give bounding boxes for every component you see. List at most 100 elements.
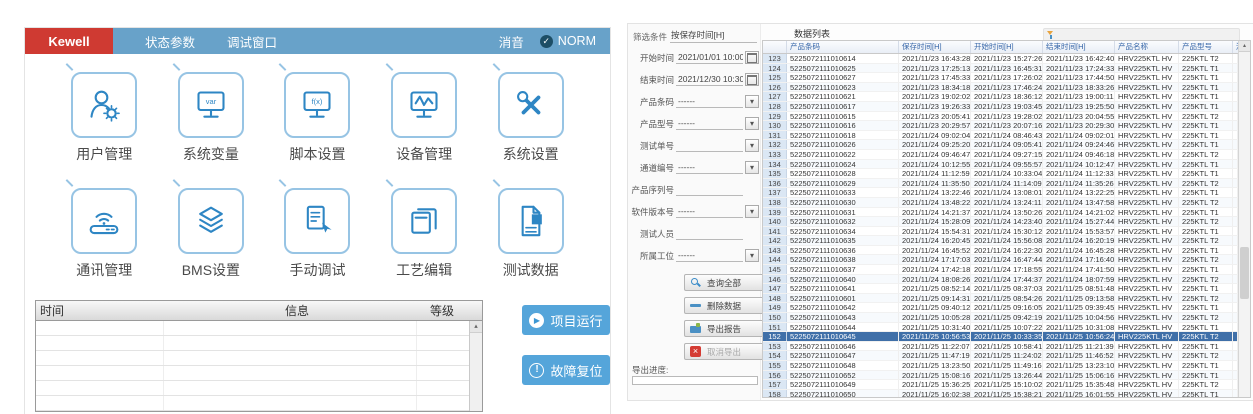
tile-device-management[interactable]: 设备管理 xyxy=(371,72,478,164)
scroll-thumb[interactable] xyxy=(1240,247,1249,299)
filter-header-value[interactable]: 按保存时间[H] xyxy=(670,29,757,43)
menu-item[interactable]: 状态参数 xyxy=(145,32,195,51)
filter-value-input[interactable]: ------ xyxy=(676,118,743,130)
filter-value-input[interactable]: 2021/01/01 10:00 xyxy=(676,52,743,64)
log-row[interactable] xyxy=(36,321,469,336)
filter-control-button[interactable] xyxy=(745,95,759,108)
table-row[interactable]: 132 5225072111010626 2021/11/24 09:25:20… xyxy=(763,140,1238,150)
tile-communication-management[interactable]: 通讯管理 xyxy=(51,188,158,280)
table-row[interactable]: 129 5225072111010615 2021/11/23 20:05:41… xyxy=(763,112,1238,122)
table-row[interactable]: 136 5225072111010629 2021/11/24 11:35:50… xyxy=(763,179,1238,189)
header-row-number[interactable] xyxy=(763,41,787,53)
log-row[interactable] xyxy=(36,366,469,381)
table-row[interactable]: 148 5225072111010601 2021/11/25 09:14:31… xyxy=(763,294,1238,304)
tile-process-edit[interactable]: 工艺编辑 xyxy=(371,188,478,280)
header-product-model[interactable]: 产品型号 xyxy=(1179,41,1233,53)
table-row[interactable]: 139 5225072111010631 2021/11/24 14:21:37… xyxy=(763,208,1238,218)
filter-value-input[interactable]: ------ xyxy=(676,250,743,262)
filter-value-input[interactable]: 2021/12/30 10:30 xyxy=(676,74,743,86)
mute-button[interactable]: 消音 xyxy=(499,32,524,51)
cell-product-name: HRV225KTL HV xyxy=(1115,198,1179,207)
tile-system-variables[interactable]: var 系统变量 xyxy=(158,72,265,164)
table-scrollbar[interactable]: ▴ xyxy=(1238,41,1250,397)
filter-value-input[interactable] xyxy=(676,140,743,152)
action-button[interactable]: 导出报告 xyxy=(684,320,774,337)
tile-test-data[interactable]: W 测试数据 xyxy=(477,188,584,280)
table-row[interactable]: 155 5225072111010648 2021/11/25 13:23:50… xyxy=(763,361,1238,371)
table-row[interactable]: 130 5225072111010616 2021/11/23 20:29:57… xyxy=(763,121,1238,131)
log-row[interactable] xyxy=(36,351,469,366)
header-barcode[interactable]: 产品条码 xyxy=(787,41,899,53)
table-row[interactable]: 141 5225072111010634 2021/11/24 15:54:31… xyxy=(763,227,1238,237)
header-end-time[interactable]: 结束时间[H] xyxy=(1043,41,1115,53)
table-row[interactable]: 152 5225072111010645 2021/11/25 10:56:53… xyxy=(763,332,1238,342)
cell-start-time: 2021/11/25 10:07:22 xyxy=(971,323,1043,332)
filter-row: 通道编号 ------ xyxy=(631,161,759,174)
table-row[interactable]: 158 5225072111010650 2021/11/25 16:02:38… xyxy=(763,390,1238,397)
table-row[interactable]: 135 5225072111010628 2021/11/24 11:12:59… xyxy=(763,169,1238,179)
filter-value-input[interactable]: ------ xyxy=(676,96,743,108)
doc-hand-icon xyxy=(297,201,337,241)
header-product-name[interactable]: 产品名称 xyxy=(1115,41,1179,53)
cell-barcode: 5225072111010601 xyxy=(787,294,899,303)
table-row[interactable]: 128 5225072111010617 2021/11/23 19:26:33… xyxy=(763,102,1238,112)
table-row[interactable]: 134 5225072111010624 2021/11/24 10:12:55… xyxy=(763,160,1238,170)
scroll-up-icon[interactable]: ▴ xyxy=(1239,41,1250,52)
table-row[interactable]: 150 5225072111010643 2021/11/25 10:05:28… xyxy=(763,313,1238,323)
fault-reset-button[interactable]: ! 故障复位 xyxy=(522,355,610,385)
scroll-up-icon[interactable]: ▴ xyxy=(470,321,482,333)
filter-control-button[interactable] xyxy=(745,73,759,86)
table-row[interactable]: 127 5225072111010621 2021/11/23 19:02:02… xyxy=(763,92,1238,102)
tile-manual-debug[interactable]: 手动调试 xyxy=(264,188,371,280)
filter-value-input[interactable]: ------ xyxy=(676,206,743,218)
filter-control-button[interactable] xyxy=(745,51,759,64)
filter-value-input[interactable]: ------ xyxy=(676,162,743,174)
table-row[interactable]: 144 5225072111010638 2021/11/24 17:17:03… xyxy=(763,255,1238,265)
table-row[interactable]: 154 5225072111010647 2021/11/25 11:47:19… xyxy=(763,351,1238,361)
table-row[interactable]: 156 5225072111010652 2021/11/25 15:08:16… xyxy=(763,371,1238,381)
data-list-tab[interactable]: 数据列表 xyxy=(794,27,830,40)
filter-control-button[interactable] xyxy=(745,161,759,174)
table-row[interactable]: 142 5225072111010635 2021/11/24 16:20:45… xyxy=(763,236,1238,246)
action-button[interactable]: 查询全部 xyxy=(684,274,774,291)
project-run-button[interactable]: ▶ 项目运行 xyxy=(522,305,610,335)
filter-control-button[interactable] xyxy=(745,139,759,152)
table-row[interactable]: 143 5225072111010636 2021/11/24 16:45:52… xyxy=(763,246,1238,256)
table-row[interactable]: 126 5225072111010623 2021/11/23 18:34:18… xyxy=(763,83,1238,93)
table-row[interactable]: 146 5225072111010640 2021/11/24 18:08:26… xyxy=(763,275,1238,285)
table-row[interactable]: 145 5225072111010637 2021/11/24 17:42:18… xyxy=(763,265,1238,275)
table-row[interactable]: 149 5225072111010642 2021/11/25 09:40:12… xyxy=(763,303,1238,313)
log-row[interactable] xyxy=(36,336,469,351)
filter-value-input[interactable] xyxy=(676,184,743,196)
table-row[interactable]: 131 5225072111010618 2021/11/24 09:02:04… xyxy=(763,131,1238,141)
log-scrollbar[interactable]: ▴ xyxy=(469,321,482,411)
table-row[interactable]: 157 5225072111010649 2021/11/25 15:36:25… xyxy=(763,380,1238,390)
brand-logo[interactable]: Kewell xyxy=(25,28,113,54)
filter-value-input[interactable] xyxy=(676,228,743,240)
menu-item[interactable]: 调试窗口 xyxy=(227,32,277,51)
table-row[interactable]: 138 5225072111010630 2021/11/24 13:48:22… xyxy=(763,198,1238,208)
header-save-time[interactable]: 保存时间[H] xyxy=(899,41,971,53)
log-row[interactable] xyxy=(36,381,469,396)
table-row[interactable]: 140 5225072111010632 2021/11/24 15:28:09… xyxy=(763,217,1238,227)
header-start-time[interactable]: 开始时间[H] xyxy=(971,41,1043,53)
log-row[interactable] xyxy=(36,396,469,411)
filter-control-button[interactable] xyxy=(745,249,759,262)
filter-control-button[interactable] xyxy=(745,117,759,130)
tile-script-settings[interactable]: f(x) 脚本设置 xyxy=(264,72,371,164)
action-button[interactable]: 删除数据 xyxy=(684,297,774,314)
table-row[interactable]: 123 5225072111010614 2021/11/23 16:43:28… xyxy=(763,54,1238,64)
tile-system-settings[interactable]: 系统设置 xyxy=(477,72,584,164)
tile-bms-settings[interactable]: BMS设置 xyxy=(158,188,265,280)
tile-user-management[interactable]: 用户管理 xyxy=(51,72,158,164)
table-row[interactable]: 133 5225072111010622 2021/11/24 09:46:47… xyxy=(763,150,1238,160)
table-row[interactable]: 151 5225072111010644 2021/11/25 10:31:40… xyxy=(763,323,1238,333)
table-row[interactable]: 153 5225072111010646 2021/11/25 11:22:07… xyxy=(763,342,1238,352)
table-row[interactable]: 147 5225072111010641 2021/11/25 08:52:14… xyxy=(763,284,1238,294)
table-row[interactable]: 125 5225072111010627 2021/11/23 17:45:33… xyxy=(763,73,1238,83)
cell-product-name: HRV225KTL HV xyxy=(1115,246,1179,255)
action-button[interactable]: 取消导出 xyxy=(684,343,774,360)
table-row[interactable]: 137 5225072111010633 2021/11/24 13:22:46… xyxy=(763,188,1238,198)
table-row[interactable]: 124 5225072111010625 2021/11/23 17:25:13… xyxy=(763,64,1238,74)
filter-control-button[interactable] xyxy=(745,205,759,218)
